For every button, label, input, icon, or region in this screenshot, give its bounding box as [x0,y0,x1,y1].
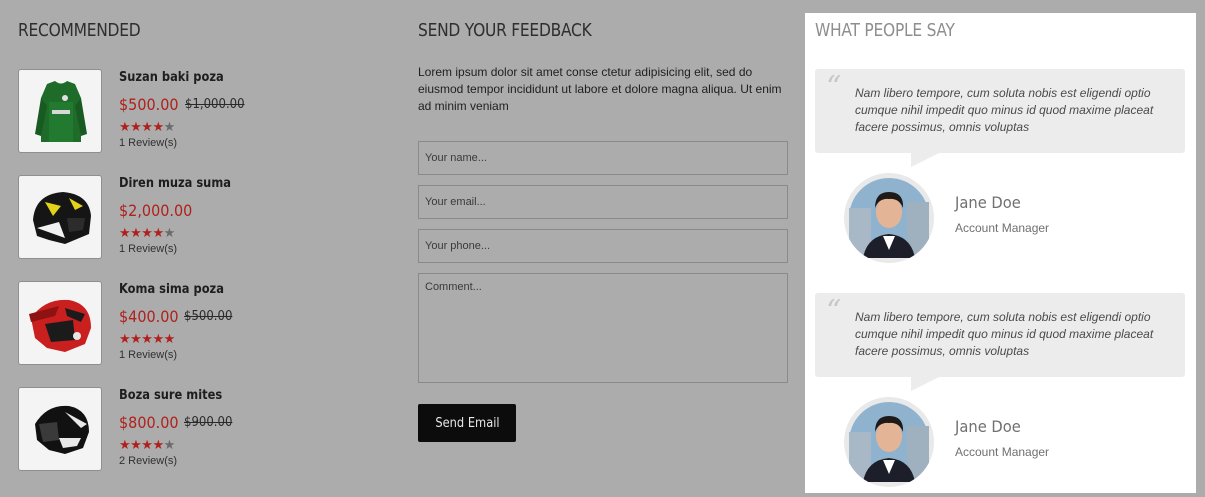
product-old-price: $900.00 [184,415,233,430]
name-field[interactable] [418,141,788,175]
product-name[interactable]: Koma sima poza [119,282,224,297]
testimonial-item: “ Nam libero tempore, cum soluta nobis e… [815,293,1185,493]
avatar [844,397,934,487]
quote-text: Nam libero tempore, cum soluta nobis est… [855,310,1154,358]
product-old-price: $500.00 [184,309,233,324]
product-thumbnail[interactable] [18,387,102,471]
feedback-section: SEND YOUR FEEDBACK Lorem ipsum dolor sit… [418,0,790,497]
person-portrait-icon [849,402,929,482]
product-price: $500.00 [119,95,179,114]
quote-icon: “ [826,294,842,329]
comment-field[interactable] [418,273,788,383]
review-count[interactable]: 1 Review(s) [119,137,177,149]
author-role: Account Manager [955,445,1050,459]
send-email-button[interactable]: Send Email [418,404,516,442]
testimonial-item: “ Nam libero tempore, cum soluta nobis e… [815,69,1185,269]
review-count[interactable]: 1 Review(s) [119,349,177,361]
product-thumbnail[interactable] [18,281,102,365]
rating-stars: ★★★★★ [119,437,175,452]
red-motocross-helmet-icon [29,299,91,352]
green-jersey-icon [35,81,87,142]
product-price: $800.00 [119,413,179,432]
rating-stars: ★★★★★ [119,119,175,134]
author-name: Jane Doe [955,193,1021,212]
person-portrait-icon [849,178,929,258]
feedback-intro: Lorem ipsum dolor sit amet conse ctetur … [418,65,782,113]
testimonials-title: WHAT PEOPLE SAY [815,20,955,41]
recommended-section: RECOMMENDED Suzan baki poza $500.00 $1,0… [18,0,378,497]
quote-bubble: “ Nam libero tempore, cum soluta nobis e… [815,293,1185,391]
feedback-title: SEND YOUR FEEDBACK [418,20,592,41]
phone-field[interactable] [418,229,788,263]
quote-bubble: “ Nam libero tempore, cum soluta nobis e… [815,69,1185,167]
product-item[interactable]: Boza sure mites $800.00 $900.00 ★★★★★ 2 … [18,387,378,473]
rating-stars: ★★★★★ [119,331,175,346]
review-count[interactable]: 1 Review(s) [119,243,177,255]
product-price: $2,000.00 [119,201,193,220]
avatar [844,173,934,263]
quote-text: Nam libero tempore, cum soluta nobis est… [855,86,1154,134]
product-item[interactable]: Diren muza suma $2,000.00 ★★★★★ 1 Review… [18,175,378,261]
product-name[interactable]: Suzan baki poza [119,70,224,85]
product-old-price: $1,000.00 [185,97,245,112]
black-yellow-helmet-icon [33,192,91,244]
product-item[interactable]: Suzan baki poza $500.00 $1,000.00 ★★★★★ … [18,69,378,155]
product-thumbnail[interactable] [18,175,102,259]
testimonials-section: WHAT PEOPLE SAY “ Nam libero tempore, cu… [805,13,1196,493]
product-price: $400.00 [119,307,179,326]
product-name[interactable]: Diren muza suma [119,176,231,191]
send-email-label: Send Email [434,415,500,431]
author-name: Jane Doe [955,417,1021,436]
product-name[interactable]: Boza sure mites [119,388,222,403]
review-count[interactable]: 2 Review(s) [119,455,177,467]
quote-icon: “ [826,70,842,105]
email-field[interactable] [418,185,788,219]
product-thumbnail[interactable] [18,69,102,153]
rating-stars: ★★★★★ [119,225,175,240]
black-white-helmet-icon [35,405,89,454]
recommended-title: RECOMMENDED [18,20,141,41]
product-item[interactable]: Koma sima poza $400.00 $500.00 ★★★★★ 1 R… [18,281,378,367]
author-role: Account Manager [955,221,1050,235]
